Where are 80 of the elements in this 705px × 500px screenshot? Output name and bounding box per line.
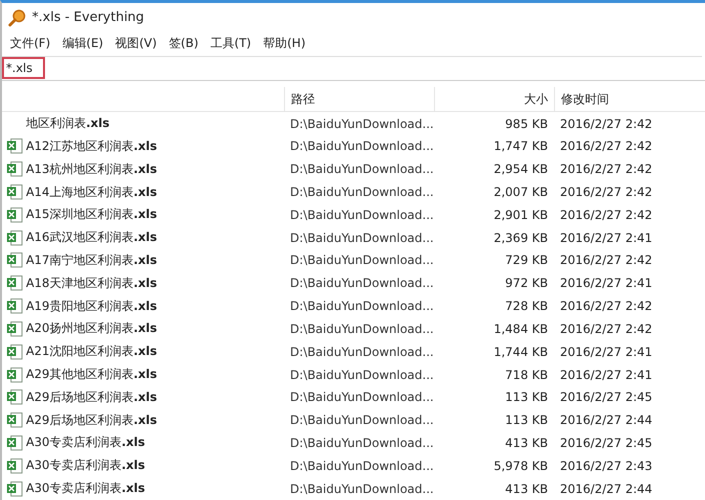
modified-date: 2016/2/27 2:42 [559, 208, 654, 222]
modified-date: 2016/2/27 2:42 [559, 322, 654, 336]
column-header[interactable]: 路径 [284, 87, 434, 112]
modified-date: 2016/2/27 2:41 [559, 368, 654, 382]
file-name: A30专卖店利润表.xls [26, 480, 146, 498]
file-name: A15深圳地区利润表.xls [26, 206, 158, 224]
file-path: D:\BaiduYunDownload... [289, 413, 434, 428]
file-size: 728 KB [504, 299, 549, 314]
file-name: A21沈阳地区利润表.xls [26, 343, 158, 360]
menu-item[interactable]: 帮助(H) [263, 35, 306, 52]
file-size: 729 KB [504, 253, 549, 268]
file-size: 2,901 KB [492, 208, 549, 222]
file-path: D:\BaiduYunDownload... [289, 458, 434, 473]
column-header[interactable]: 大小 [434, 87, 554, 112]
file-path: D:\BaiduYunDownload... [289, 436, 434, 450]
modified-date: 2016/2/27 2:45 [559, 390, 654, 404]
file-size: 1,744 KB [492, 344, 549, 359]
file-path: D:\BaiduYunDownload... [289, 116, 434, 131]
file-path: D:\BaiduYunDownload... [289, 208, 434, 222]
file-path: D:\BaiduYunDownload... [289, 276, 434, 290]
modified-date: 2016/2/27 2:42 [559, 139, 654, 154]
file-path: D:\BaiduYunDownload... [289, 344, 434, 359]
file-name: A19贵阳地区利润表.xls [26, 298, 158, 315]
file-path: D:\BaiduYunDownload... [289, 368, 434, 382]
file-size: 2,369 KB [492, 230, 549, 245]
file-size: 972 KB [504, 276, 549, 290]
file-name: A18天津地区利润表.xls [26, 274, 158, 292]
menu-item[interactable]: 编辑(E) [62, 35, 104, 52]
file-path: D:\BaiduYunDownload... [289, 482, 434, 496]
file-size: 2,954 KB [492, 162, 549, 176]
file-name: A14上海地区利润表.xls [26, 184, 158, 201]
modified-date: 2016/2/27 2:45 [559, 436, 654, 450]
file-name: A30专卖店利润表.xls [26, 457, 146, 474]
file-name: A29其他地区利润表.xls [26, 366, 158, 384]
modified-date: 2016/2/27 2:41 [559, 344, 654, 359]
modified-date: 2016/2/27 2:42 [559, 299, 654, 314]
file-size: 2,007 KB [492, 185, 549, 200]
file-path: D:\BaiduYunDownload... [289, 139, 434, 154]
file-name: A20扬州地区利润表.xls [26, 320, 158, 338]
file-path: D:\BaiduYunDownload... [289, 390, 434, 404]
modified-date: 2016/2/27 2:42 [559, 116, 654, 131]
file-path: D:\BaiduYunDownload... [289, 185, 434, 200]
menu-item[interactable]: 文件(F) [10, 35, 50, 52]
modified-date: 2016/2/27 2:44 [559, 482, 654, 496]
menu-item[interactable]: 视图(V) [115, 35, 157, 52]
file-path: D:\BaiduYunDownload... [289, 322, 434, 336]
menu-item[interactable]: 签(B) [168, 35, 198, 52]
file-name: A29后场地区利润表.xls [26, 412, 158, 429]
modified-date: 2016/2/27 2:42 [559, 162, 654, 176]
modified-date: 2016/2/27 2:42 [559, 253, 654, 268]
file-size: 1,747 KB [492, 139, 549, 154]
file-name: 地区利润表.xls [26, 115, 110, 132]
file-name: A13杭州地区利润表.xls [26, 160, 158, 178]
file-size: 413 KB [504, 482, 549, 496]
file-path: D:\BaiduYunDownload... [289, 162, 434, 176]
file-size: 113 KB [504, 390, 549, 404]
search-field[interactable]: *.xls [2, 56, 702, 79]
modified-date: 2016/2/27 2:41 [559, 276, 654, 290]
file-size: 718 KB [504, 368, 549, 382]
modified-date: 2016/2/27 2:44 [559, 413, 654, 428]
file-name: A30专卖店利润表.xls [26, 434, 146, 452]
menu-item[interactable]: 工具(T) [210, 35, 252, 52]
window-title: *.xls - Everything [32, 10, 144, 26]
file-name: A16武汉地区利润表.xls [26, 229, 158, 246]
modified-date: 2016/2/27 2:41 [559, 230, 654, 245]
file-size: 985 KB [504, 116, 549, 131]
file-name: A12江苏地区利润表.xls [26, 138, 158, 155]
modified-date: 2016/2/27 2:43 [559, 458, 654, 473]
file-name: A17南宁地区利润表.xls [26, 252, 158, 269]
file-size: 1,484 KB [492, 322, 549, 336]
file-name: A29后场地区利润表.xls [26, 388, 158, 406]
file-size: 413 KB [504, 436, 549, 450]
file-size: 113 KB [504, 413, 549, 428]
file-path: D:\BaiduYunDownload... [289, 253, 434, 268]
file-size: 5,978 KB [492, 458, 549, 473]
column-header[interactable]: 修改时间 [554, 87, 705, 112]
modified-date: 2016/2/27 2:42 [559, 185, 654, 200]
magnifier-icon [8, 8, 26, 27]
file-path: D:\BaiduYunDownload... [289, 299, 434, 314]
file-path: D:\BaiduYunDownload... [289, 230, 434, 245]
